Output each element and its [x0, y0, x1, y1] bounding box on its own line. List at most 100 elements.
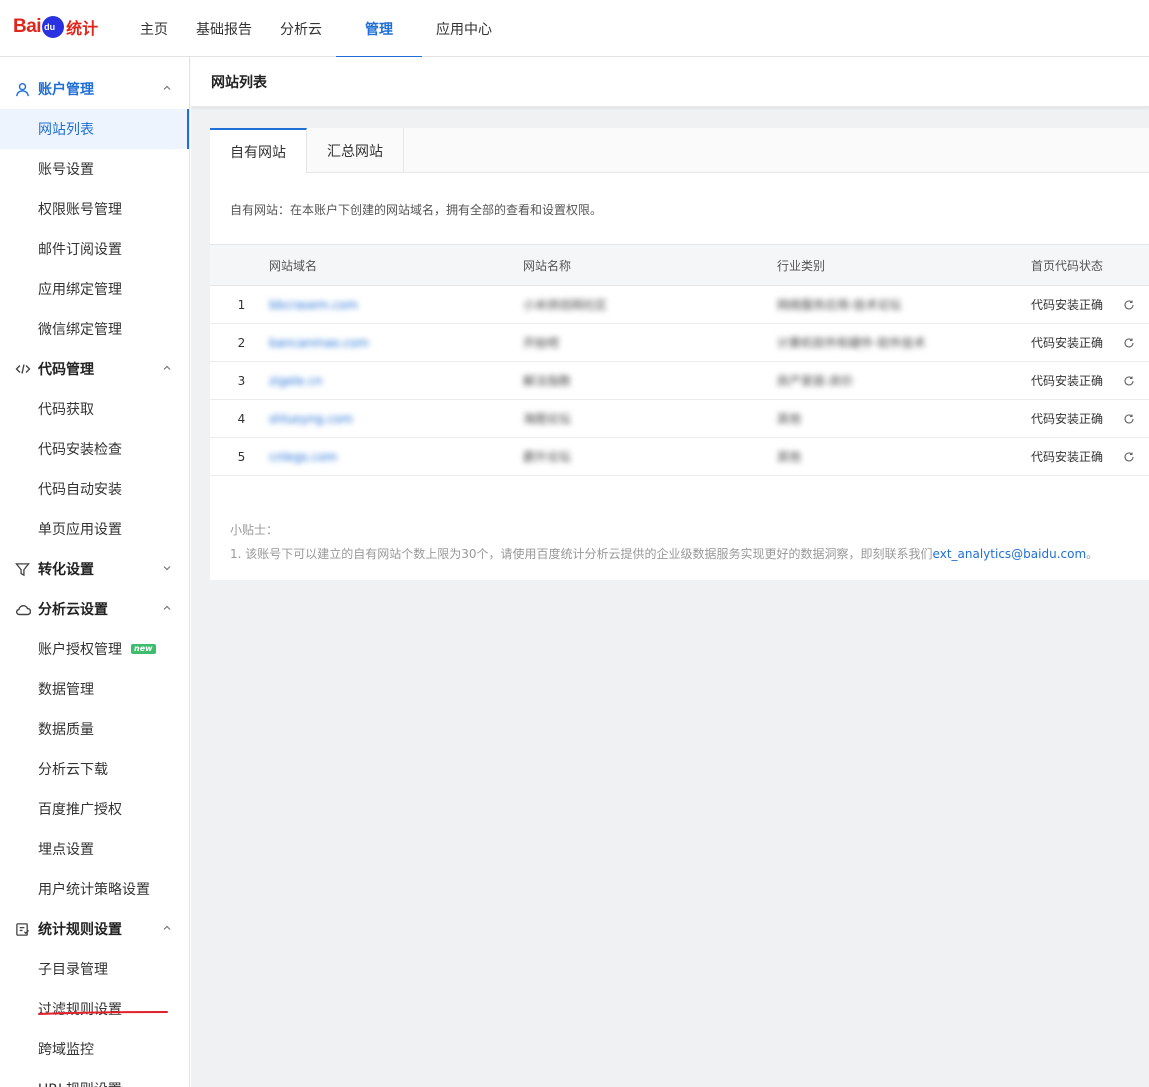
sidebar-group-label: 统计规则设置 — [38, 922, 122, 938]
sidebar-group-conversion[interactable]: 转化设置 — [0, 549, 189, 589]
new-badge: new — [131, 644, 156, 654]
code-status: 代码安装正确 — [1031, 450, 1104, 464]
nav-app-center[interactable]: 应用中心 — [422, 0, 506, 57]
sidebar-group-label: 转化设置 — [38, 562, 94, 578]
red-underline-annotation — [38, 1011, 168, 1015]
paw-icon: du — [42, 16, 65, 38]
table-row: 1 bbcrasem.com 小米烘焙网社区 网络服务应用-技术论坛 代码安装正… — [210, 285, 1149, 324]
site-industry: 房产家居-房价 — [777, 374, 854, 388]
sidebar-item-subdirectory[interactable]: 子目录管理 — [0, 949, 189, 989]
refresh-icon[interactable] — [1123, 299, 1135, 311]
refresh-icon[interactable] — [1123, 375, 1135, 387]
row-index: 4 — [210, 399, 269, 438]
sidebar: 账户管理 网站列表 账号设置 权限账号管理 邮件订阅设置 应用绑定管理 微信绑定… — [0, 57, 190, 1087]
sidebar-item-tracking-settings[interactable]: 埋点设置 — [0, 829, 189, 869]
site-list-card: 自有网站 汇总网站 自有网站：在本账户下创建的网站域名，拥有全部的查看和设置权限… — [210, 128, 1149, 580]
sidebar-item-code-check[interactable]: 代码安装检查 — [0, 429, 189, 469]
table-row: 2 bancanmao.com 开始吧 计算机软件和硬件-软件技术 代码安装正确 — [210, 323, 1149, 362]
site-name: 解法指数 — [523, 374, 572, 388]
row-index: 5 — [210, 437, 269, 476]
nav-analytics-cloud[interactable]: 分析云 — [266, 0, 336, 57]
tips-section: 小贴士： 1. 该账号下可以建立的自有网站个数上限为30个，请使用百度统计分析云… — [210, 476, 1149, 566]
sidebar-item-get-code[interactable]: 代码获取 — [0, 389, 189, 429]
top-navbar: Bai du 统计 主页 基础报告 分析云 管理 应用中心 — [0, 0, 1149, 58]
cloud-icon — [14, 601, 31, 618]
sidebar-group-rules[interactable]: 统计规则设置 — [0, 909, 189, 949]
site-table: 网站域名 网站名称 行业类别 首页代码状态 1 bbcrasem.com 小米烘… — [210, 244, 1149, 476]
baidu-tongji-logo[interactable]: Bai du 统计 — [13, 12, 98, 42]
site-domain-link[interactable]: bancanmao.com — [269, 336, 369, 350]
site-domain-link[interactable]: shluoyng.com — [269, 412, 353, 426]
tips-title: 小贴士： — [230, 523, 279, 537]
sidebar-group-analytics-cloud[interactable]: 分析云设置 — [0, 589, 189, 629]
sidebar-item-url-rules[interactable]: URL规则设置 — [0, 1069, 189, 1087]
tab-own-sites[interactable]: 自有网站 — [210, 128, 307, 174]
site-name: 爵升论坛 — [523, 450, 572, 464]
refresh-icon[interactable] — [1123, 337, 1135, 349]
sidebar-item-user-strategy[interactable]: 用户统计策略设置 — [0, 869, 189, 909]
nav-management[interactable]: 管理 — [336, 0, 422, 58]
tab-description: 自有网站：在本账户下创建的网站域名，拥有全部的查看和设置权限。 — [230, 203, 603, 217]
sidebar-item-label: 过滤规则设置 — [38, 1002, 122, 1018]
row-index: 2 — [210, 323, 269, 362]
table-row: 3 zigele.cn 解法指数 房产家居-房价 代码安装正确 — [210, 361, 1149, 400]
sidebar-item-label: 账户授权管理 — [38, 642, 122, 658]
row-index: 1 — [210, 285, 269, 324]
logo-text-bai: Bai — [13, 16, 42, 37]
sidebar-item-promotion-authorization[interactable]: 百度推广授权 — [0, 789, 189, 829]
tips-line: 1. 该账号下可以建立的自有网站个数上限为30个，请使用百度统计分析云提供的企业… — [230, 542, 1149, 566]
tab-summary-sites[interactable]: 汇总网站 — [307, 128, 404, 173]
sidebar-item-auto-install[interactable]: 代码自动安装 — [0, 469, 189, 509]
sidebar-item-account-authorization[interactable]: 账户授权管理 new — [0, 629, 189, 669]
sidebar-item-filter-rules[interactable]: 过滤规则设置 — [0, 989, 189, 1029]
site-name: 小米烘焙网社区 — [523, 298, 608, 312]
code-status: 代码安装正确 — [1031, 374, 1104, 388]
chevron-up-icon — [163, 365, 171, 370]
code-status: 代码安装正确 — [1031, 412, 1104, 426]
site-name: 海图论坛 — [523, 412, 572, 426]
chevron-up-icon — [163, 925, 171, 930]
header-site-name: 网站名称 — [523, 244, 777, 286]
table-header-row: 网站域名 网站名称 行业类别 首页代码状态 — [210, 244, 1149, 286]
sidebar-item-data-management[interactable]: 数据管理 — [0, 669, 189, 709]
sidebar-item-data-quality[interactable]: 数据质量 — [0, 709, 189, 749]
tab-bar: 自有网站 汇总网站 — [210, 128, 1149, 174]
sidebar-item-spa-settings[interactable]: 单页应用设置 — [0, 509, 189, 549]
page-title: 网站列表 — [191, 57, 1149, 107]
chevron-up-icon — [163, 605, 171, 610]
sidebar-group-label: 账户管理 — [38, 82, 94, 98]
refresh-icon[interactable] — [1123, 413, 1135, 425]
sidebar-group-account[interactable]: 账户管理 — [0, 69, 189, 109]
header-index — [210, 244, 269, 286]
header-code-status: 首页代码状态 — [1031, 244, 1149, 286]
code-status: 代码安装正确 — [1031, 298, 1104, 312]
rules-icon — [14, 921, 31, 938]
site-domain-link[interactable]: cnlegs.com — [269, 450, 337, 464]
contact-email-link[interactable]: ext_analytics@baidu.com — [933, 547, 1087, 561]
code-status: 代码安装正确 — [1031, 336, 1104, 350]
refresh-icon[interactable] — [1123, 451, 1135, 463]
header-domain: 网站域名 — [269, 244, 523, 286]
sidebar-item-site-list[interactable]: 网站列表 — [0, 109, 189, 149]
sidebar-item-account-settings[interactable]: 账号设置 — [0, 149, 189, 189]
logo-text-tongji: 统计 — [66, 19, 99, 38]
sidebar-item-app-binding[interactable]: 应用绑定管理 — [0, 269, 189, 309]
sidebar-group-code[interactable]: 代码管理 — [0, 349, 189, 389]
nav-basic-report[interactable]: 基础报告 — [182, 0, 266, 57]
user-icon — [14, 81, 31, 98]
tips-end: 。 — [1086, 547, 1099, 561]
main-nav: 主页 基础报告 分析云 管理 应用中心 — [126, 0, 506, 58]
table-row: 4 shluoyng.com 海图论坛 其他 代码安装正确 — [210, 399, 1149, 438]
site-industry: 其他 — [777, 450, 802, 464]
nav-home[interactable]: 主页 — [126, 0, 182, 57]
sidebar-item-email-subscription[interactable]: 邮件订阅设置 — [0, 229, 189, 269]
site-domain-link[interactable]: bbcrasem.com — [269, 298, 358, 312]
tips-text: 1. 该账号下可以建立的自有网站个数上限为30个，请使用百度统计分析云提供的企业… — [230, 547, 933, 561]
site-domain-link[interactable]: zigele.cn — [269, 374, 322, 388]
sidebar-item-cloud-download[interactable]: 分析云下载 — [0, 749, 189, 789]
sidebar-item-permission-accounts[interactable]: 权限账号管理 — [0, 189, 189, 229]
sidebar-item-wechat-binding[interactable]: 微信绑定管理 — [0, 309, 189, 349]
sidebar-group-label: 分析云设置 — [38, 602, 108, 618]
sidebar-item-cross-domain[interactable]: 跨域监控 — [0, 1029, 189, 1069]
chevron-down-icon — [163, 566, 171, 571]
